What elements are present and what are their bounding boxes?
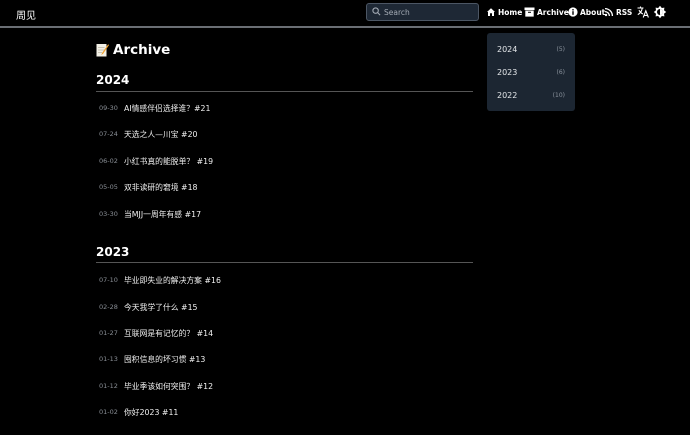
post-title[interactable]: 互联网是有记忆的？ #14 [124, 328, 213, 339]
post-date: 01-12 [99, 382, 118, 390]
nav-rss-label: RSS [616, 7, 633, 17]
dropdown-year-2024[interactable]: 2024 (5) [497, 43, 565, 55]
page-title-text: Archive [113, 42, 171, 58]
dropdown-year-count: (5) [556, 45, 566, 53]
nav-archive-label: Archive [537, 7, 569, 17]
post-title[interactable]: 天选之人—川宝 #20 [124, 129, 198, 140]
post-item[interactable]: 06-02 小红书真的能脱单？ #19 [99, 154, 213, 168]
nav-home-label: Home [498, 7, 523, 17]
dropdown-year-count: (10) [552, 91, 565, 99]
post-title[interactable]: 囤积信息的坏习惯 #13 [124, 354, 205, 365]
archive-box-icon [524, 7, 535, 17]
post-date: 09-30 [99, 104, 118, 112]
post-date: 07-24 [99, 130, 118, 138]
post-date: 03-30 [99, 210, 118, 218]
post-item[interactable]: 07-10 毕业即失业的解决方案 #16 [99, 273, 221, 287]
year-divider [96, 91, 473, 92]
post-title[interactable]: 毕业季该如何突围？ #12 [124, 381, 213, 392]
post-date: 01-02 [99, 408, 118, 416]
dropdown-year-label: 2023 [497, 67, 518, 77]
dropdown-year-label: 2022 [497, 90, 518, 100]
year-divider [96, 262, 473, 263]
year-heading-2023: 2023 [96, 245, 130, 259]
site-brand[interactable]: 周见 [16, 7, 36, 22]
post-item[interactable]: 07-24 天选之人—川宝 #20 [99, 127, 198, 141]
post-item[interactable]: 01-12 毕业季该如何突围？ #12 [99, 379, 213, 393]
post-item[interactable]: 09-30 AI情感伴侣选择谁？#21 [99, 101, 210, 115]
rss-feed-icon [604, 7, 614, 17]
nav-rss-link[interactable]: RSS [604, 5, 632, 19]
page-title: Archive [96, 42, 170, 58]
navbar-divider [0, 26, 690, 28]
dropdown-year-2023[interactable]: 2023 (6) [497, 66, 565, 78]
post-date: 02-28 [99, 303, 118, 311]
post-date: 07-10 [99, 276, 118, 284]
post-date: 01-13 [99, 355, 118, 363]
post-item[interactable]: 01-27 互联网是有记忆的？ #14 [99, 326, 213, 340]
post-item[interactable]: 03-30 当MJJ一周年有感 #17 [99, 207, 201, 221]
search-input[interactable]: Search [366, 3, 479, 21]
post-date: 01-27 [99, 329, 118, 337]
memo-icon [96, 44, 109, 57]
post-title[interactable]: 双非读研的窘境 #18 [124, 182, 198, 193]
year-heading-2024: 2024 [96, 73, 130, 87]
post-date: 05-05 [99, 183, 118, 191]
home-icon [487, 8, 495, 16]
post-item[interactable]: 02-28 今天我学了什么 #15 [99, 300, 198, 314]
info-circle-icon [568, 7, 578, 17]
nav-about-label: About [580, 7, 606, 17]
nav-home-link[interactable]: Home [486, 5, 522, 19]
post-title[interactable]: 你好2023 #11 [124, 407, 178, 418]
dropdown-year-2022[interactable]: 2022 (10) [497, 89, 565, 101]
translate-icon[interactable] [636, 5, 650, 19]
post-title[interactable]: 当MJJ一周年有感 #17 [124, 209, 201, 220]
post-title[interactable]: 小红书真的能脱单？ #19 [124, 156, 213, 167]
dropdown-year-count: (6) [556, 68, 566, 76]
nav-about-link[interactable]: About [568, 5, 605, 19]
post-item[interactable]: 01-02 你好2023 #11 [99, 405, 178, 419]
post-title[interactable]: 今天我学了什么 #15 [124, 302, 198, 313]
top-navbar: 周见 Search Home Archive About RSS [0, 0, 690, 26]
nav-archive-link[interactable]: Archive [524, 5, 569, 19]
search-placeholder: Search [384, 8, 410, 17]
post-title[interactable]: 毕业即失业的解决方案 #16 [124, 275, 221, 286]
archive-year-dropdown: 2024 (5) 2023 (6) 2022 (10) [487, 33, 575, 111]
post-item[interactable]: 01-13 囤积信息的坏习惯 #13 [99, 352, 205, 366]
dropdown-year-label: 2024 [497, 44, 518, 54]
post-item[interactable]: 05-05 双非读研的窘境 #18 [99, 180, 198, 194]
theme-toggle-icon[interactable] [653, 5, 667, 19]
post-title[interactable]: AI情感伴侣选择谁？#21 [124, 103, 210, 114]
search-icon [372, 7, 381, 16]
post-date: 06-02 [99, 157, 118, 165]
